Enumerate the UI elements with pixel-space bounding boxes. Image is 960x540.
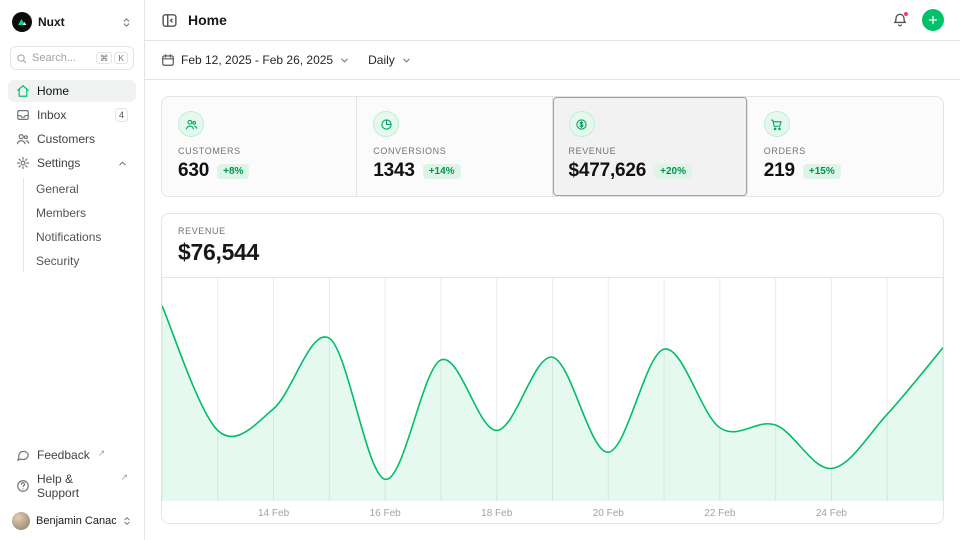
x-axis-tick: 20 Feb — [593, 508, 625, 519]
x-axis-tick: 22 Feb — [704, 508, 736, 519]
help-circle-icon — [16, 479, 30, 493]
date-range-label: Feb 12, 2025 - Feb 26, 2025 — [181, 53, 333, 67]
x-axis-tick: 18 Feb — [481, 508, 513, 519]
workspace-name: Nuxt — [38, 15, 65, 29]
feedback-label: Feedback — [37, 448, 90, 462]
stat-delta-badge: +20% — [654, 164, 692, 179]
sidebar-item-security[interactable]: Security — [29, 250, 136, 272]
gear-icon — [16, 156, 30, 170]
inbox-count-badge: 4 — [115, 108, 128, 122]
settings-children: General Members Notifications Security — [23, 178, 136, 272]
date-range-picker[interactable]: Feb 12, 2025 - Feb 26, 2025 — [161, 53, 350, 67]
stat-value: $477,626 — [569, 160, 647, 182]
chevron-up-icon — [117, 158, 128, 169]
circle-dollar-icon — [569, 111, 595, 137]
sidebar-item-label: Customers — [37, 132, 95, 146]
sidebar-item-label: Settings — [37, 156, 80, 170]
nuxt-logo-icon — [12, 12, 32, 32]
revenue-area-chart: 14 Feb 16 Feb 18 Feb 20 Feb 22 Feb 24 Feb — [162, 278, 943, 523]
stat-card-customers[interactable]: CUSTOMERS 630 +8% — [162, 97, 357, 196]
sidebar-item-customers[interactable]: Customers — [8, 128, 136, 150]
user-name: Benjamin Canac — [36, 515, 116, 527]
help-support-link[interactable]: Help & Support ↗ — [8, 468, 136, 504]
chevron-updown-icon — [122, 516, 132, 526]
sidebar-item-home[interactable]: Home — [8, 80, 136, 102]
chart-pie-icon — [373, 111, 399, 137]
sidebar-item-general[interactable]: General — [29, 178, 136, 200]
period-select[interactable]: Daily — [368, 53, 412, 67]
calendar-icon — [161, 53, 175, 67]
x-axis-tick: 24 Feb — [816, 508, 848, 519]
feedback-link[interactable]: Feedback ↗ — [8, 444, 136, 466]
user-avatar — [12, 512, 30, 530]
shopping-cart-icon — [764, 111, 790, 137]
search-input[interactable] — [32, 52, 78, 64]
chart-metric-label: REVENUE — [178, 226, 927, 236]
workspace-switcher[interactable]: Nuxt — [8, 10, 136, 34]
stat-value: 219 — [764, 160, 795, 182]
kbd-k: K — [114, 52, 128, 65]
stat-card-revenue[interactable]: REVENUE $477,626 +20% — [553, 97, 748, 196]
kbd-cmd: ⌘ — [96, 52, 113, 65]
inbox-icon — [16, 108, 30, 122]
stat-delta-badge: +14% — [423, 164, 461, 179]
period-label: Daily — [368, 53, 395, 67]
sidebar-nav: Home Inbox 4 Customers Settings Genera — [8, 80, 136, 272]
chevron-updown-icon — [121, 17, 132, 28]
sidebar-item-label: Home — [37, 84, 69, 98]
sidebar-item-notifications[interactable]: Notifications — [29, 226, 136, 248]
stat-delta-badge: +15% — [803, 164, 841, 179]
users-icon — [16, 132, 30, 146]
chat-bubble-icon — [16, 448, 30, 462]
search-icon — [16, 53, 27, 64]
stat-value: 1343 — [373, 160, 414, 182]
stat-label: ORDERS — [764, 146, 927, 156]
header-actions — [892, 9, 944, 31]
main-area: Home Feb 12, 2025 - Feb 26, 2025 Daily — [145, 0, 960, 540]
chevron-down-icon — [401, 55, 412, 66]
search-shortcut: ⌘K — [96, 52, 128, 65]
add-button[interactable] — [922, 9, 944, 31]
sidebar-footer: Feedback ↗ Help & Support ↗ Benjamin Can… — [8, 444, 136, 532]
notifications-bell-icon[interactable] — [892, 12, 908, 28]
home-icon — [16, 84, 30, 98]
sidebar-item-members[interactable]: Members — [29, 202, 136, 224]
chart-metric-value: $76,544 — [178, 239, 927, 266]
external-link-icon: ↗ — [120, 472, 128, 482]
page-content: CUSTOMERS 630 +8% CONVERSIONS 1343 +14% — [145, 80, 960, 540]
chart-body: 14 Feb 16 Feb 18 Feb 20 Feb 22 Feb 24 Feb — [162, 278, 943, 523]
sidebar-item-settings[interactable]: Settings — [8, 152, 136, 174]
page-title: Home — [188, 12, 227, 28]
chart-header: REVENUE $76,544 — [162, 214, 943, 278]
stats-row: CUSTOMERS 630 +8% CONVERSIONS 1343 +14% — [161, 96, 944, 197]
stat-label: CONVERSIONS — [373, 146, 535, 156]
x-axis-tick: 14 Feb — [258, 508, 290, 519]
stat-card-orders[interactable]: ORDERS 219 +15% — [748, 97, 943, 196]
chevron-down-icon — [339, 55, 350, 66]
x-axis-tick: 16 Feb — [370, 508, 402, 519]
users-icon — [178, 111, 204, 137]
stat-label: CUSTOMERS — [178, 146, 340, 156]
notification-dot — [903, 11, 909, 17]
help-support-label: Help & Support — [37, 472, 112, 500]
external-link-icon: ↗ — [98, 448, 106, 458]
stat-delta-badge: +8% — [217, 164, 249, 179]
user-menu[interactable]: Benjamin Canac — [8, 506, 136, 532]
stat-card-conversions[interactable]: CONVERSIONS 1343 +14% — [357, 97, 552, 196]
filters-toolbar: Feb 12, 2025 - Feb 26, 2025 Daily — [145, 41, 960, 80]
search-box[interactable]: ⌘K — [10, 46, 134, 70]
sidebar-item-inbox[interactable]: Inbox 4 — [8, 104, 136, 126]
sidebar-toggle-icon[interactable] — [161, 12, 178, 29]
stat-label: REVENUE — [569, 146, 731, 156]
page-header: Home — [145, 0, 960, 41]
sidebar-item-label: Inbox — [37, 108, 66, 122]
sidebar: Nuxt ⌘K Home Inbox 4 — [0, 0, 145, 540]
stat-value: 630 — [178, 160, 209, 182]
revenue-chart-panel: REVENUE $76,544 14 Feb 16 Feb 18 Feb 20 Feb… — [161, 213, 944, 524]
sidebar-spacer — [8, 272, 136, 444]
